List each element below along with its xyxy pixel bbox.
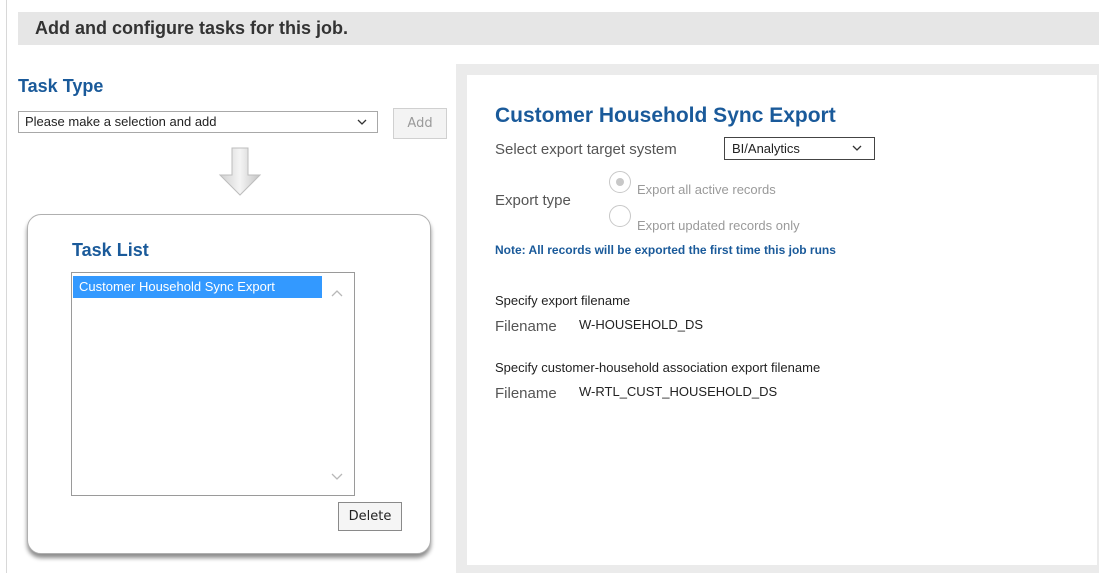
delete-button[interactable]: Delete	[338, 502, 402, 531]
task-type-select-value: Please make a selection and add	[25, 114, 217, 129]
add-button[interactable]: Add	[393, 108, 447, 139]
file1-value: W-HOUSEHOLD_DS	[579, 317, 704, 332]
radio-export-updated-label: Export updated records only	[637, 218, 800, 233]
target-system-select[interactable]: BI/Analytics	[724, 137, 875, 160]
file2-value: W-RTL_CUST_HOUSEHOLD_DS	[579, 384, 778, 399]
radio-export-all-label: Export all active records	[637, 182, 776, 197]
task-listbox[interactable]: Customer Household Sync Export	[71, 272, 355, 496]
file1-label: Filename	[495, 318, 557, 335]
arrow-down-icon	[218, 147, 262, 196]
target-system-value: BI/Analytics	[732, 141, 800, 156]
export-note: Note: All records will be exported the f…	[495, 243, 836, 257]
file2-heading: Specify customer-household association e…	[495, 360, 821, 375]
chevron-down-icon	[852, 145, 862, 151]
chevron-down-icon	[357, 119, 367, 125]
scroll-down-icon[interactable]	[331, 473, 343, 481]
task-config-title: Customer Household Sync Export	[495, 104, 836, 127]
radio-export-updated[interactable]	[609, 205, 631, 227]
radio-export-all[interactable]	[609, 171, 631, 193]
radio-selected-dot	[616, 178, 624, 186]
list-item[interactable]: Customer Household Sync Export	[73, 276, 322, 298]
page-header: Add and configure tasks for this job.	[18, 12, 1099, 45]
task-type-select[interactable]: Please make a selection and add	[18, 111, 378, 133]
task-type-heading: Task Type	[18, 76, 104, 96]
target-system-label: Select export target system	[495, 141, 677, 158]
scroll-up-icon[interactable]	[331, 289, 343, 297]
task-list-heading: Task List	[72, 240, 149, 260]
page-title: Add and configure tasks for this job.	[35, 18, 349, 38]
file1-heading: Specify export filename	[495, 293, 631, 308]
export-type-label: Export type	[495, 192, 571, 209]
left-border	[6, 0, 7, 573]
file2-label: Filename	[495, 385, 557, 402]
